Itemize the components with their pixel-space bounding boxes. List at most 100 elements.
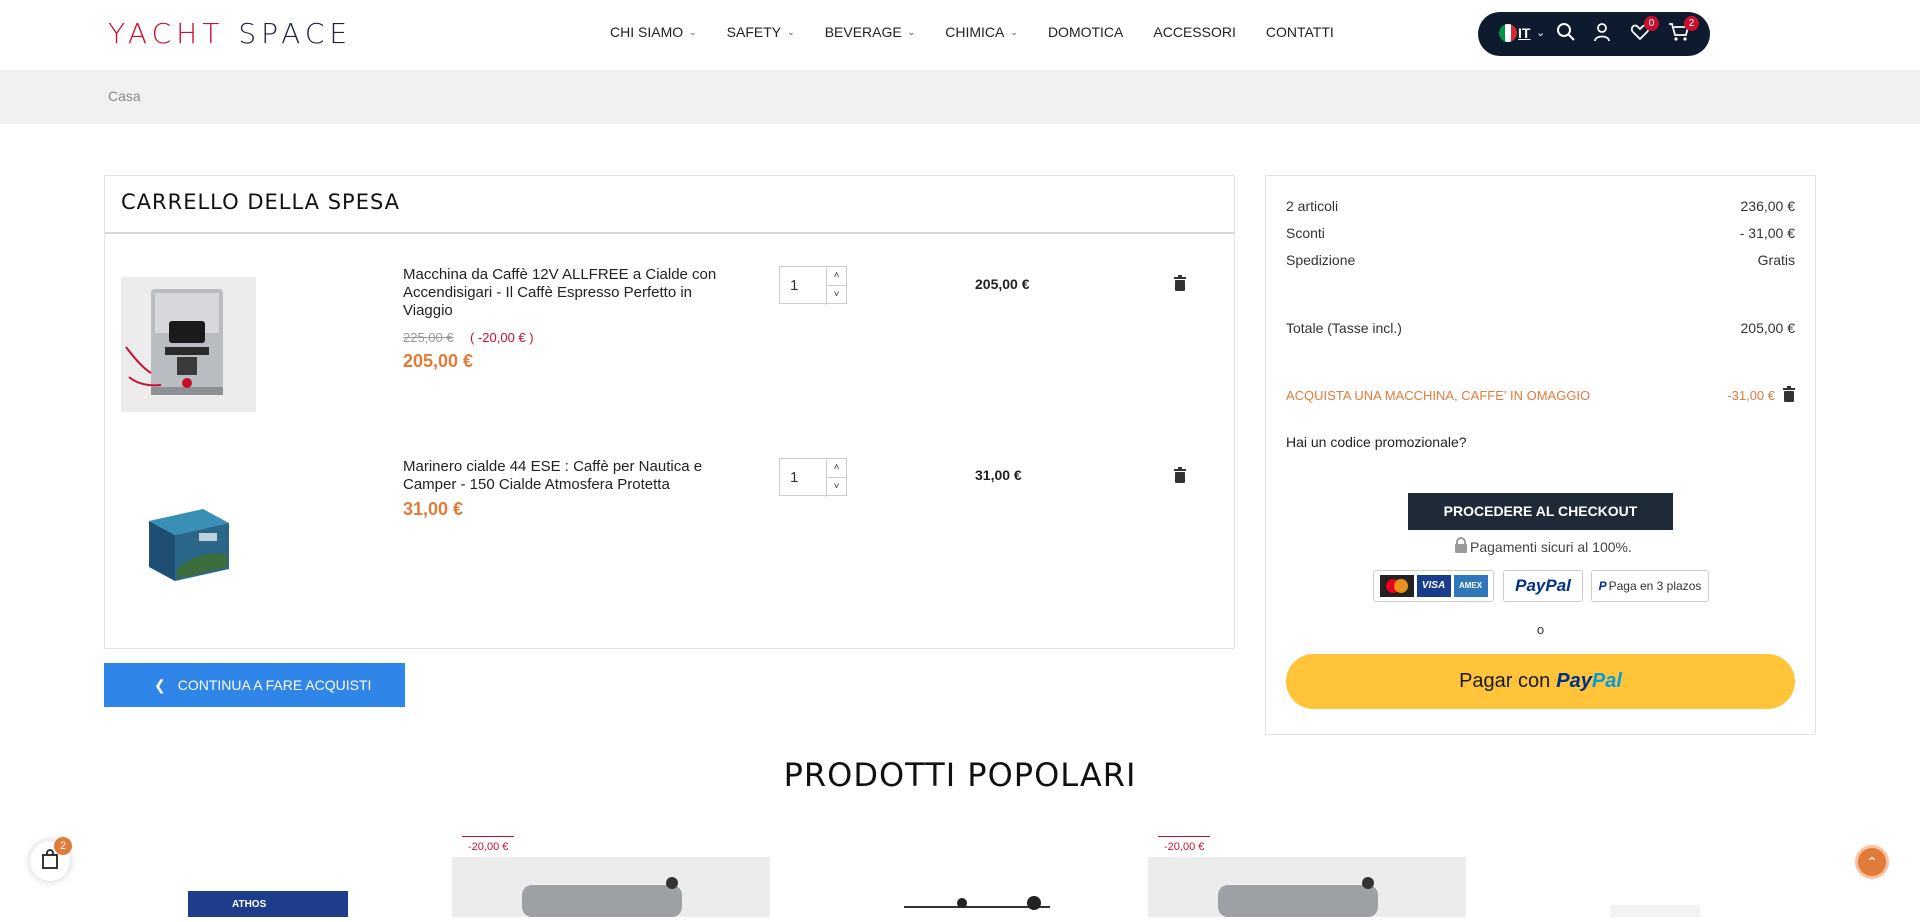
summary-total-value: 205,00 € [1740, 320, 1796, 336]
summary-discount-row: Sconti - 31,00 € [1286, 225, 1795, 241]
user-icon[interactable] [1592, 22, 1612, 47]
applied-voucher-row: ACQUISTA UNA MACCHINA, CAFFE' IN OMAGGIO… [1286, 386, 1795, 405]
summary-shipping-value: Gratis [1757, 252, 1795, 268]
amex-icon: AMEX [1453, 575, 1488, 597]
site-logo[interactable]: YACHT SPACE [108, 17, 352, 50]
chevron-down-icon: ⌄ [1010, 26, 1018, 37]
product-image-coffee-pods[interactable] [121, 469, 256, 604]
paypal-p-icon: P [1598, 579, 1607, 593]
popular-products-title: PRODOTTI POPOLARI [783, 756, 1137, 794]
item-line-total: 205,00 € [975, 276, 1030, 292]
chevron-down-icon[interactable]: ˅ [827, 286, 846, 305]
summary-total-row: Totale (Tasse incl.) 205,00 € [1286, 320, 1795, 336]
card-logos: VISA AMEX [1373, 570, 1494, 602]
chevron-up-icon[interactable]: ˄ [827, 267, 846, 286]
nav-label: SAFETY [726, 24, 782, 40]
nav-chimica[interactable]: CHIMICA ⌄ [945, 24, 1018, 40]
wishlist-heart-icon[interactable]: 0 [1630, 16, 1659, 47]
quantity-stepper[interactable]: 1 ˄ ˅ [779, 266, 847, 305]
or-separator: o [1536, 622, 1545, 637]
secure-payment-note: Pagamenti sicuri al 100%. [1454, 537, 1632, 556]
paypal-installments-text: Paga en 3 plazos [1608, 579, 1702, 593]
summary-discount-label: Sconti [1286, 225, 1325, 241]
logo-word-yacht: YACHT [108, 17, 225, 50]
paypal-wordmark: PayPal [1556, 670, 1622, 693]
summary-items-label: 2 articoli [1286, 198, 1339, 214]
cart-title: CARRELLO DELLA SPESA [121, 190, 401, 214]
voucher-name: ACQUISTA UNA MACCHINA, CAFFE' IN OMAGGIO [1286, 388, 1591, 403]
product-card-image[interactable] [452, 857, 770, 917]
quantity-value[interactable]: 1 [790, 277, 798, 294]
product-card-image[interactable] [1600, 857, 1720, 917]
search-icon[interactable] [1556, 22, 1576, 47]
quantity-value[interactable]: 1 [790, 469, 798, 486]
floating-cart-count: 2 [54, 837, 72, 855]
secure-payment-text: Pagamenti sicuri al 100%. [1470, 538, 1632, 555]
nav-domotica[interactable]: DOMOTICA [1048, 24, 1123, 40]
paypal-checkout-button[interactable]: Pagar con PayPal [1286, 654, 1795, 709]
voucher-value: -31,00 € [1727, 388, 1775, 403]
italy-flag-icon[interactable] [1499, 24, 1517, 42]
paypal-wordmark-pay: Pay [1556, 670, 1592, 692]
nav-chi-siamo[interactable]: CHI SIAMO ⌄ [610, 24, 697, 40]
item-discount: ( -20,00 € ) [470, 330, 534, 345]
nav-contatti[interactable]: CONTATTI [1266, 24, 1334, 40]
quantity-stepper[interactable]: 1 ˄ ˅ [779, 458, 847, 497]
product-card-image[interactable] [900, 857, 1060, 917]
svg-text:ATHOS: ATHOS [232, 899, 267, 910]
summary-shipping-label: Spedizione [1286, 252, 1356, 268]
chevron-down-icon: ⌄ [787, 26, 795, 37]
chevron-down-icon[interactable]: ˅ [827, 478, 846, 497]
product-image-coffee-machine[interactable] [121, 277, 256, 412]
site-header: YACHT SPACE CHI SIAMO ⌄ SAFETY ⌄ BEVERAGE ⌄ … [0, 0, 1920, 70]
discount-tag: -20,00 € [462, 836, 515, 858]
item-name[interactable]: Macchina da Caffè 12V ALLFREE a Cialde c… [403, 266, 743, 320]
nav-accessori[interactable]: ACCESSORI [1153, 24, 1235, 40]
breadcrumb-home[interactable]: Casa [108, 88, 141, 104]
paypal-installments-badge: P Paga en 3 plazos [1591, 570, 1709, 602]
item-old-price: 225,00 € [403, 330, 454, 345]
cart-icon[interactable]: 2 [1668, 16, 1699, 47]
main-nav: CHI SIAMO ⌄ SAFETY ⌄ BEVERAGE ⌄ CHIMICA ⌄ DO… [610, 24, 1364, 40]
remove-voucher-trash-icon[interactable] [1783, 386, 1795, 405]
nav-label: CHIMICA [945, 24, 1005, 40]
paypal-button-text: Pagar con [1459, 670, 1551, 692]
divider [105, 232, 1234, 234]
product-card-image[interactable]: ATHOS [188, 857, 348, 917]
cart-count-badge: 2 [1684, 16, 1699, 31]
paypal-wordmark-pal: Pal [1591, 670, 1622, 692]
product-card-image[interactable] [1148, 857, 1466, 917]
lock-icon [1454, 537, 1468, 556]
nav-label: BEVERAGE [824, 24, 902, 40]
trash-icon[interactable] [1174, 275, 1186, 291]
logo-word-space: SPACE [238, 17, 353, 50]
nav-safety[interactable]: SAFETY ⌄ [727, 24, 795, 40]
trash-icon[interactable] [1174, 467, 1186, 483]
promo-code-link[interactable]: Hai un codice promozionale? [1286, 434, 1467, 450]
wishlist-count-badge: 0 [1644, 16, 1659, 31]
order-summary: 2 articoli 236,00 € Sconti - 31,00 € Spe… [1265, 175, 1816, 735]
item-price: 31,00 € [403, 499, 464, 519]
checkout-button[interactable]: PROCEDERE AL CHECKOUT [1408, 493, 1673, 530]
nav-label: DOMOTICA [1047, 24, 1124, 40]
back-to-top-button[interactable]: ⌃ [1855, 845, 1889, 879]
item-line-total: 31,00 € [975, 467, 1022, 483]
item-name[interactable]: Marinero cialde 44 ESE : Caffè per Nauti… [403, 458, 743, 494]
chevron-down-icon: ⌄ [1536, 27, 1546, 39]
chevron-left-icon: ❮ [154, 676, 166, 693]
language-selector[interactable]: IT [1518, 25, 1530, 41]
nav-label: ACCESSORI [1153, 24, 1236, 40]
chevron-up-icon[interactable]: ˄ [827, 459, 846, 478]
nav-beverage[interactable]: BEVERAGE ⌄ [825, 24, 916, 40]
double-chevron-up-icon: ⌃ [1866, 853, 1878, 870]
nav-label: CHI SIAMO [610, 24, 684, 40]
summary-total-label: Totale (Tasse incl.) [1286, 320, 1402, 336]
cart-panel: CARRELLO DELLA SPESA Macchina da Caffè 1… [104, 175, 1235, 649]
quantity-buttons: ˄ ˅ [826, 267, 846, 305]
continue-shopping-button[interactable]: ❮ CONTINUA A FARE ACQUISTI [104, 663, 405, 707]
nav-label: CONTATTI [1265, 24, 1334, 40]
summary-items-value: 236,00 € [1740, 198, 1796, 214]
continue-shopping-label: CONTINUA A FARE ACQUISTI [177, 677, 372, 693]
chevron-down-icon: ⌄ [689, 26, 697, 37]
visa-icon: VISA [1416, 575, 1451, 597]
